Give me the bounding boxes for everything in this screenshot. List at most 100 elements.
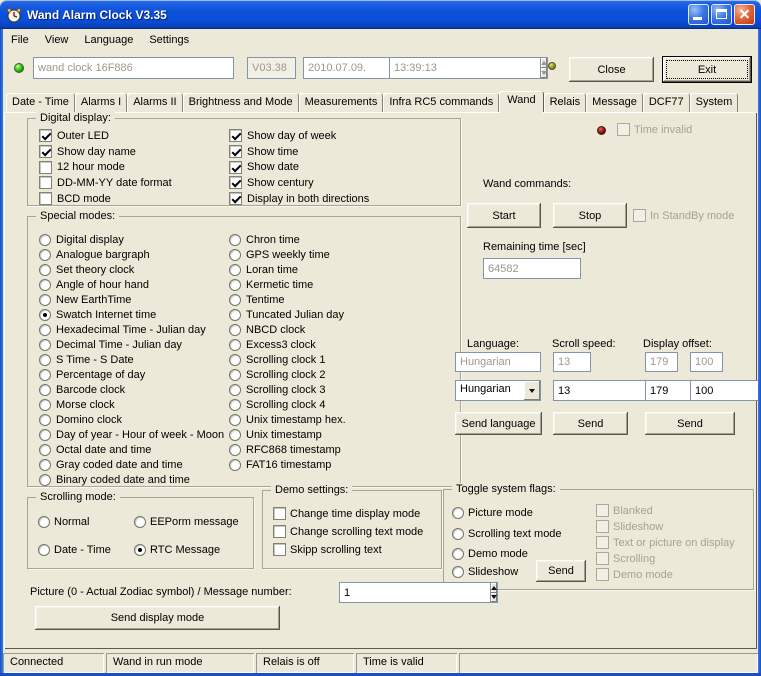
special-mode-radio[interactable]: Chron time bbox=[229, 232, 419, 247]
start-button[interactable]: Start bbox=[467, 203, 541, 228]
tab-brightness-mode[interactable]: Brightness and Mode bbox=[182, 93, 299, 112]
tab-message[interactable]: Message bbox=[586, 93, 643, 112]
menu-file[interactable]: File bbox=[3, 32, 37, 48]
tab-dcf77[interactable]: DCF77 bbox=[642, 93, 690, 112]
checkbox-show-century[interactable]: Show century bbox=[229, 175, 419, 191]
special-mode-radio[interactable]: Angle of hour hand bbox=[39, 277, 229, 292]
spin-up-icon[interactable] bbox=[541, 58, 547, 68]
special-mode-radio[interactable]: Barcode clock bbox=[39, 382, 229, 397]
special-mode-radio[interactable]: Scrolling clock 3 bbox=[229, 382, 419, 397]
menu-view[interactable]: View bbox=[37, 32, 77, 48]
radio-slideshow[interactable]: Slideshow bbox=[452, 566, 518, 578]
checkbox-show-date[interactable]: Show date bbox=[229, 159, 419, 175]
checkbox-change-time-display[interactable]: Change time display mode bbox=[273, 507, 420, 520]
special-mode-radio[interactable]: GPS weekly time bbox=[229, 247, 419, 262]
special-mode-radio[interactable]: Binary coded date and time bbox=[39, 472, 229, 487]
special-mode-radio[interactable]: Loran time bbox=[229, 262, 419, 277]
special-mode-radio[interactable]: Gray coded date and time bbox=[39, 457, 229, 472]
special-mode-radio[interactable]: Octal date and time bbox=[39, 442, 229, 457]
tab-relais[interactable]: Relais bbox=[543, 93, 587, 112]
spin-up-icon[interactable] bbox=[491, 583, 497, 593]
send-display-offset-button[interactable]: Send bbox=[645, 412, 735, 435]
close-window-button[interactable] bbox=[734, 4, 755, 25]
special-mode-radio[interactable]: RFC868 timestamp bbox=[229, 442, 419, 457]
offset2-stepper[interactable] bbox=[690, 380, 761, 401]
checkbox-dd-mm-yy[interactable]: DD-MM-YY date format bbox=[39, 175, 229, 191]
stop-button[interactable]: Stop bbox=[553, 203, 627, 228]
special-mode-radio[interactable]: New EarthTime bbox=[39, 292, 229, 307]
spin-down-icon[interactable] bbox=[541, 68, 547, 78]
close-connection-button[interactable]: Close bbox=[569, 57, 654, 82]
checkbox-skip-scrolling-text[interactable]: Skipp scrolling text bbox=[273, 543, 382, 556]
special-mode-radio[interactable]: Set theory clock bbox=[39, 262, 229, 277]
language-select[interactable]: Hungarian bbox=[455, 380, 541, 401]
radio-eeprom-message[interactable]: EEPorm message bbox=[134, 516, 239, 528]
special-mode-radio[interactable]: Unix timestamp bbox=[229, 427, 419, 442]
special-mode-radio[interactable]: Digital display bbox=[39, 232, 229, 247]
checkbox-show-day-of-week[interactable]: Show day of week bbox=[229, 128, 419, 144]
date-field[interactable] bbox=[303, 57, 462, 79]
send-language-button[interactable]: Send language bbox=[455, 412, 542, 435]
checkbox-show-day-name[interactable]: Show day name bbox=[39, 144, 229, 160]
titlebar[interactable]: Wand Alarm Clock V3.35 bbox=[0, 0, 761, 29]
send-display-mode-button[interactable]: Send display mode bbox=[35, 606, 280, 630]
radio-rtc-message[interactable]: RTC Message bbox=[134, 544, 220, 556]
scroll-speed-stepper[interactable] bbox=[553, 380, 712, 401]
special-mode-radio[interactable]: NBCD clock bbox=[229, 322, 419, 337]
special-mode-radio[interactable]: Decimal Time - Julian day bbox=[39, 337, 229, 352]
checkbox-show-time[interactable]: Show time bbox=[229, 144, 419, 160]
device-name-field[interactable] bbox=[33, 57, 234, 79]
picture-number-stepper[interactable] bbox=[339, 582, 498, 603]
remaining-time-field[interactable] bbox=[483, 258, 581, 279]
maximize-button[interactable] bbox=[711, 4, 732, 25]
special-mode-radio-selected[interactable]: Swatch Internet time bbox=[39, 307, 229, 322]
send-scroll-speed-button[interactable]: Send bbox=[553, 412, 628, 435]
special-mode-radio[interactable]: Analogue bargraph bbox=[39, 247, 229, 262]
radio-picture-mode[interactable]: Picture mode bbox=[452, 507, 533, 519]
send-flags-button[interactable]: Send bbox=[536, 560, 586, 582]
special-mode-radio[interactable]: Scrolling clock 1 bbox=[229, 352, 419, 367]
special-mode-radio[interactable]: Hexadecimal Time - Julian day bbox=[39, 322, 229, 337]
tab-alarms-2[interactable]: Alarms II bbox=[127, 93, 183, 112]
special-mode-radio[interactable]: Morse clock bbox=[39, 397, 229, 412]
special-mode-radio[interactable]: Excess3 clock bbox=[229, 337, 419, 352]
radio-demo-mode[interactable]: Demo mode bbox=[452, 548, 528, 560]
time-spinner[interactable] bbox=[540, 57, 548, 79]
special-mode-radio[interactable]: Unix timestamp hex. bbox=[229, 412, 419, 427]
tab-infra-rc5[interactable]: Infra RC5 commands bbox=[383, 93, 500, 112]
special-mode-radio[interactable]: Domino clock bbox=[39, 412, 229, 427]
checkbox-bcd-mode[interactable]: BCD mode bbox=[39, 191, 229, 207]
special-mode-radio[interactable]: Kermetic time bbox=[229, 277, 419, 292]
menu-settings[interactable]: Settings bbox=[141, 32, 197, 48]
exit-button[interactable]: Exit bbox=[662, 56, 752, 83]
special-mode-radio[interactable]: Tentime bbox=[229, 292, 419, 307]
radio-date-time[interactable]: Date - Time bbox=[38, 544, 111, 556]
dropdown-arrow-icon[interactable] bbox=[524, 381, 540, 400]
minimize-button[interactable] bbox=[688, 4, 709, 25]
checkbox-change-scrolling-text[interactable]: Change scrolling text mode bbox=[273, 525, 423, 538]
special-mode-radio[interactable]: Day of year - Hour of week - Moon bbox=[39, 427, 229, 442]
menu-language[interactable]: Language bbox=[76, 32, 141, 48]
time-field[interactable] bbox=[389, 57, 548, 79]
offset1-stepper[interactable] bbox=[645, 380, 761, 401]
checkbox-display-both-directions[interactable]: Display in both directions bbox=[229, 191, 419, 207]
spin-down-icon[interactable] bbox=[491, 592, 497, 602]
checkbox-12-hour-mode[interactable]: 12 hour mode bbox=[39, 159, 229, 175]
spinner[interactable] bbox=[490, 582, 498, 603]
radio-normal[interactable]: Normal bbox=[38, 516, 89, 528]
tab-alarms-1[interactable]: Alarms I bbox=[74, 93, 128, 112]
offset2-input[interactable] bbox=[690, 380, 761, 401]
special-mode-radio[interactable]: Scrolling clock 4 bbox=[229, 397, 419, 412]
special-mode-radio[interactable]: Scrolling clock 2 bbox=[229, 367, 419, 382]
checkbox-outer-led[interactable]: Outer LED bbox=[39, 128, 229, 144]
time-input[interactable] bbox=[389, 57, 540, 79]
special-mode-radio[interactable]: S Time - S Date bbox=[39, 352, 229, 367]
radio-scrolling-text-mode[interactable]: Scrolling text mode bbox=[452, 528, 562, 540]
special-mode-radio[interactable]: Percentage of day bbox=[39, 367, 229, 382]
special-mode-radio[interactable]: FAT16 timestamp bbox=[229, 457, 419, 472]
picture-number-input[interactable] bbox=[339, 582, 490, 603]
tab-wand[interactable]: Wand bbox=[499, 91, 544, 113]
tab-system[interactable]: System bbox=[689, 93, 739, 112]
special-mode-radio[interactable]: Tuncated Julian day bbox=[229, 307, 419, 322]
tab-measurements[interactable]: Measurements bbox=[298, 93, 384, 112]
